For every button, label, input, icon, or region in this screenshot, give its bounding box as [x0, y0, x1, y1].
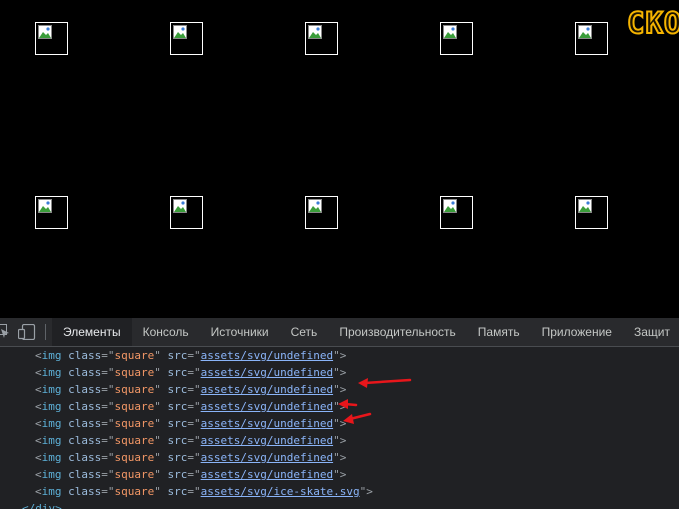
attr-value: square	[114, 451, 155, 464]
attr-value: square	[114, 400, 155, 413]
broken-image	[170, 196, 203, 229]
tab-7[interactable]: Приложение	[531, 318, 623, 346]
attr-name: class	[68, 485, 102, 498]
tag-name: img	[41, 485, 62, 498]
attr-value: square	[114, 434, 155, 447]
elements-tree: <img class="square" src="assets/svg/unde…	[0, 347, 679, 509]
tab-1[interactable]: Элементы	[52, 318, 132, 346]
attr-name: class	[68, 400, 102, 413]
code-line[interactable]: <img class="square" src="assets/svg/unde…	[35, 449, 346, 466]
src-link[interactable]: assets/svg/undefined	[201, 417, 333, 430]
src-link[interactable]: assets/svg/undefined	[201, 366, 333, 379]
broken-image	[440, 196, 473, 229]
attr-name: class	[68, 349, 102, 362]
tab-4[interactable]: Сеть	[280, 318, 329, 346]
attr-value: square	[114, 383, 155, 396]
device-toolbar-icon[interactable]	[17, 323, 36, 344]
broken-image	[440, 22, 473, 55]
attr-name: class	[68, 451, 102, 464]
attr-name: class	[68, 417, 102, 430]
attr-name: src	[167, 485, 188, 498]
devtools-tabbar: Элементы Консоль Источники Сеть Производител…	[0, 318, 679, 347]
attr-name: src	[167, 451, 188, 464]
broken-image-icon	[578, 25, 592, 39]
devtools-panel: Элементы Консоль Источники Сеть Производител…	[0, 318, 679, 509]
broken-image	[575, 196, 608, 229]
devtools-tabs: Элементы Консоль Источники Сеть Производител…	[52, 318, 679, 346]
src-link[interactable]: assets/svg/undefined	[201, 383, 333, 396]
broken-image	[305, 22, 338, 55]
attr-name: src	[167, 434, 188, 447]
attr-value: square	[114, 417, 155, 430]
attr-name: src	[167, 383, 188, 396]
tab-2[interactable]: Консоль	[132, 318, 200, 346]
tag-name: img	[41, 349, 62, 362]
broken-image	[170, 22, 203, 55]
broken-image-icon	[173, 25, 187, 39]
attr-name: src	[167, 366, 188, 379]
code-line[interactable]: <img class="square" src="assets/svg/unde…	[35, 381, 346, 398]
broken-image	[575, 22, 608, 55]
src-link[interactable]: assets/svg/undefined	[201, 451, 333, 464]
tag-name: img	[41, 400, 62, 413]
tag-name: img	[41, 417, 62, 430]
broken-image-icon	[38, 199, 52, 213]
attr-value: square	[114, 468, 155, 481]
tabbar-divider	[45, 324, 46, 340]
attr-name: class	[68, 366, 102, 379]
web-page-viewport: СКО	[0, 0, 679, 318]
broken-image-icon	[173, 199, 187, 213]
broken-image-icon	[38, 25, 52, 39]
src-link[interactable]: assets/svg/undefined	[201, 434, 333, 447]
code-line[interactable]: <img class="square" src="assets/svg/unde…	[35, 347, 346, 364]
attr-value: square	[114, 366, 155, 379]
code-line[interactable]: <img class="square" src="assets/svg/unde…	[35, 466, 346, 483]
attr-name: src	[167, 349, 188, 362]
broken-image-icon	[443, 199, 457, 213]
code-line[interactable]: <img class="square" src="assets/svg/unde…	[35, 432, 346, 449]
broken-image-icon	[443, 25, 457, 39]
closing-div-tag[interactable]: </div>	[22, 500, 62, 509]
tag-name: img	[41, 451, 62, 464]
src-link[interactable]: assets/svg/undefined	[201, 468, 333, 481]
tab-8[interactable]: Защит	[623, 318, 679, 346]
attr-value: square	[114, 349, 155, 362]
broken-image	[35, 196, 68, 229]
attr-name: class	[68, 434, 102, 447]
broken-image-icon	[308, 25, 322, 39]
attr-name: src	[167, 417, 188, 430]
attr-name: class	[68, 383, 102, 396]
code-line[interactable]: <img class="square" src="assets/svg/unde…	[35, 415, 346, 432]
score-heading: СКО	[626, 5, 679, 41]
attr-name: src	[167, 400, 188, 413]
broken-image-icon	[578, 199, 592, 213]
select-element-icon[interactable]	[0, 324, 10, 344]
broken-image-icon	[308, 199, 322, 213]
src-link[interactable]: assets/svg/undefined	[201, 400, 333, 413]
code-line[interactable]: <img class="square" src="assets/svg/unde…	[35, 364, 346, 381]
tag-name: img	[41, 434, 62, 447]
tab-6[interactable]: Память	[467, 318, 531, 346]
src-link[interactable]: assets/svg/undefined	[201, 349, 333, 362]
broken-image	[35, 22, 68, 55]
src-link[interactable]: assets/svg/ice-skate.svg	[201, 485, 360, 498]
code-line[interactable]: <img class="square" src="assets/svg/unde…	[35, 398, 346, 415]
code-line[interactable]: <img class="square" src="assets/svg/ice-…	[35, 483, 373, 500]
tab-3[interactable]: Источники	[200, 318, 280, 346]
attr-name: class	[68, 468, 102, 481]
broken-image	[305, 196, 338, 229]
tag-name: img	[41, 366, 62, 379]
tag-name: img	[41, 468, 62, 481]
attr-name: src	[167, 468, 188, 481]
tag-name: img	[41, 383, 62, 396]
attr-value: square	[114, 485, 155, 498]
tab-5[interactable]: Производительность	[328, 318, 466, 346]
